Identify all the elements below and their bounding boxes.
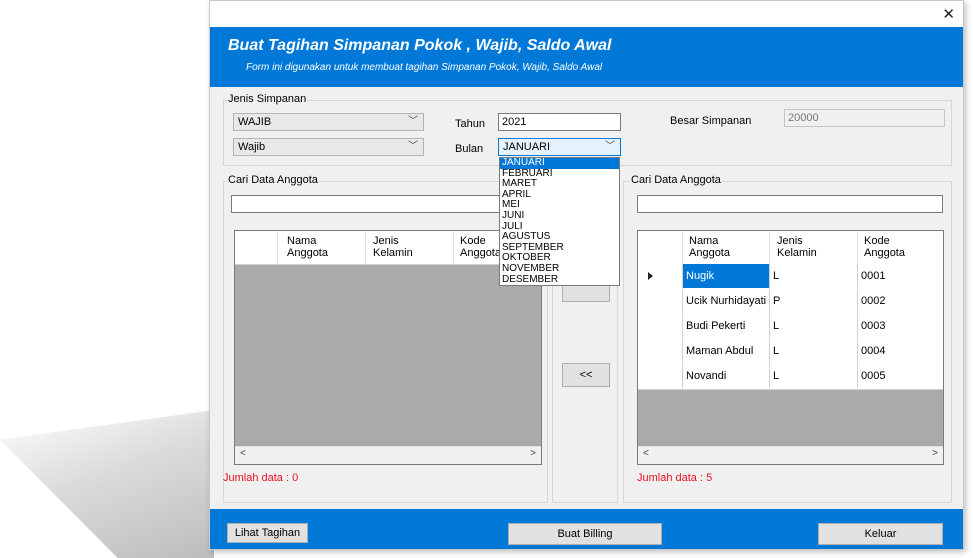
month-option[interactable]: DESEMBER — [500, 274, 619, 286]
jenis-simpanan-label: Jenis Simpanan — [227, 93, 308, 105]
scroll-left-icon[interactable]: < — [240, 448, 246, 459]
row-header[interactable] — [638, 314, 682, 338]
table-cell[interactable]: L — [769, 364, 857, 388]
dialog-window: ✕ Buat Tagihan Simpanan Pokok , Wajib, S… — [209, 0, 964, 550]
table-cell[interactable]: Novandi — [682, 364, 769, 388]
month-option[interactable]: NOVEMBER — [500, 264, 619, 275]
window-shadow — [0, 410, 214, 558]
right-search-label: Cari Data Anggota — [630, 174, 722, 186]
scroll-right-icon[interactable]: > — [932, 448, 938, 459]
footer-bar: Lihat Tagihan Buat Billing Keluar — [210, 509, 963, 549]
month-option[interactable]: JANUARI — [500, 158, 619, 169]
row-header[interactable] — [638, 364, 682, 388]
table-cell[interactable]: Nugik — [682, 264, 769, 288]
keluar-button[interactable]: Keluar — [818, 523, 943, 545]
table-cell[interactable]: P — [769, 289, 857, 313]
right-search-input[interactable] — [637, 195, 943, 213]
right-hscrollbar[interactable]: < > — [638, 446, 943, 464]
bulan-combo[interactable]: JANUARI ﹀ — [498, 138, 621, 156]
header-banner: Buat Tagihan Simpanan Pokok , Wajib, Sal… — [210, 27, 963, 87]
row-header[interactable] — [638, 264, 682, 288]
row-header[interactable] — [638, 289, 682, 313]
simpanan-subtype-value: Wajib — [238, 141, 266, 153]
scroll-left-icon[interactable]: < — [643, 448, 649, 459]
right-count-label: Jumlah data : 5 — [637, 472, 713, 484]
right-col-jenis[interactable]: Jenis Kelamin — [777, 235, 832, 259]
tahun-input[interactable]: 2021 — [498, 113, 621, 131]
move-right-button[interactable] — [562, 284, 610, 302]
table-row[interactable]: Ucik Nurhidayati P 0002 — [638, 289, 943, 315]
form-title: Buat Tagihan Simpanan Pokok , Wajib, Sal… — [228, 37, 612, 54]
left-search-input[interactable] — [231, 195, 542, 213]
left-hscrollbar[interactable]: < > — [235, 446, 541, 464]
table-cell[interactable]: 0002 — [857, 289, 943, 313]
table-row[interactable]: Maman Abdul L 0004 — [638, 339, 943, 365]
table-cell[interactable]: 0001 — [857, 264, 943, 288]
simpanan-type-combo[interactable]: WAJIB ﹀ — [233, 113, 424, 131]
table-cell[interactable]: Budi Pekerti — [682, 314, 769, 338]
table-cell[interactable]: L — [769, 264, 857, 288]
table-cell[interactable]: L — [769, 314, 857, 338]
chevron-down-icon: ﹀ — [408, 141, 418, 152]
left-count-label: Jumlah data : 0 — [223, 472, 299, 484]
table-row[interactable]: Budi Pekerti L 0003 — [638, 314, 943, 340]
table-cell[interactable]: Ucik Nurhidayati — [682, 289, 769, 313]
table-cell[interactable]: 0003 — [857, 314, 943, 338]
left-col-jenis[interactable]: Jenis Kelamin — [373, 235, 428, 259]
simpanan-subtype-combo[interactable]: Wajib ﹀ — [233, 138, 424, 156]
besar-simpanan-label: Besar Simpanan — [670, 115, 752, 127]
left-search-label: Cari Data Anggota — [227, 174, 319, 186]
row-header[interactable] — [638, 339, 682, 363]
table-cell[interactable]: L — [769, 339, 857, 363]
table-cell[interactable]: 0005 — [857, 364, 943, 388]
month-option[interactable]: JUNI — [500, 211, 619, 222]
move-left-button[interactable]: << — [562, 363, 610, 387]
right-grid-header: Nama Anggota Jenis Kelamin Kode Anggota — [638, 231, 943, 265]
right-col-nama[interactable]: Nama Anggota — [689, 235, 749, 259]
lihat-tagihan-button[interactable]: Lihat Tagihan — [227, 523, 308, 543]
chevron-down-icon: ﹀ — [408, 116, 418, 127]
form-subtitle: Form ini digunakan untuk membuat tagihan… — [246, 62, 603, 73]
left-col-kode[interactable]: Kode Anggota — [460, 235, 501, 259]
table-row[interactable]: Novandi L 0005 — [638, 364, 943, 390]
table-cell[interactable]: Maman Abdul — [682, 339, 769, 363]
left-col-nama[interactable]: Nama Anggota — [287, 235, 347, 259]
besar-simpanan-input[interactable]: 20000 — [784, 109, 945, 127]
title-bar: ✕ — [210, 1, 963, 27]
table-cell[interactable]: 0004 — [857, 339, 943, 363]
left-member-grid[interactable]: Nama Anggota Jenis Kelamin Kode Anggota … — [234, 230, 542, 465]
scroll-right-icon[interactable]: > — [530, 448, 536, 459]
bulan-label: Bulan — [455, 143, 484, 155]
current-row-pointer-icon — [648, 272, 653, 280]
table-row[interactable]: Nugik L 0001 — [638, 264, 943, 290]
tahun-label: Tahun — [455, 118, 485, 130]
right-col-kode[interactable]: Kode Anggota — [864, 235, 905, 259]
simpanan-type-value: WAJIB — [238, 116, 272, 128]
bulan-dropdown-list[interactable]: JANUARI FEBRUARI MARET APRIL MEI JUNI JULI AGUS… — [499, 157, 620, 287]
chevron-down-icon: ﹀ — [605, 141, 615, 152]
left-grid-header: Nama Anggota Jenis Kelamin Kode Anggota — [235, 231, 541, 265]
close-icon[interactable]: ✕ — [942, 5, 955, 23]
bulan-value: JANUARI — [503, 141, 551, 153]
right-member-grid[interactable]: Nama Anggota Jenis Kelamin Kode Anggota … — [637, 230, 944, 465]
buat-billing-button[interactable]: Buat Billing — [508, 523, 662, 545]
